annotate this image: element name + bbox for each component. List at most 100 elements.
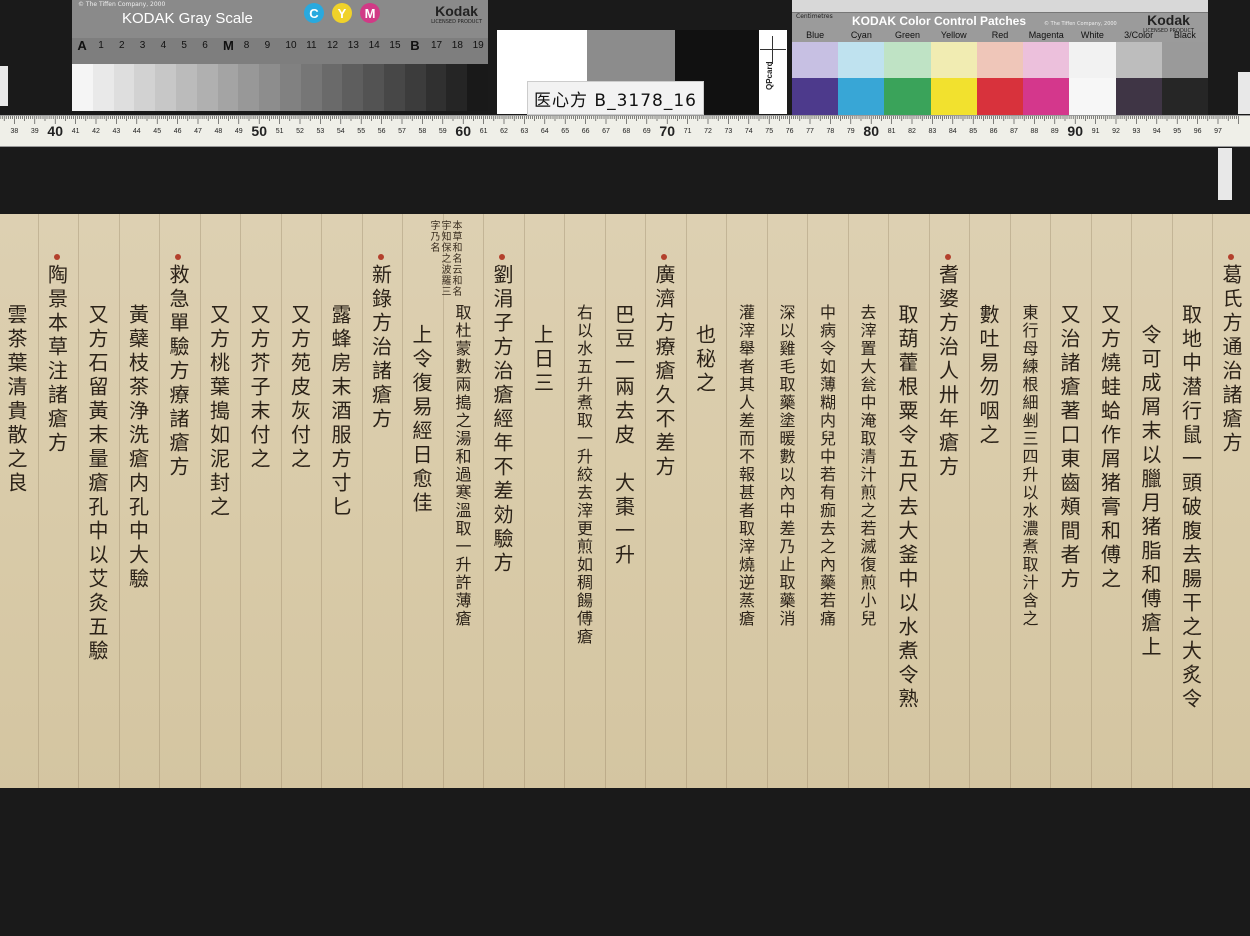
ruler-number: 95 <box>1173 128 1181 135</box>
ruler-number: 96 <box>1194 128 1202 135</box>
ruler-number: 59 <box>439 128 447 135</box>
gray-step-patch <box>175 64 197 111</box>
ruler-number: 67 <box>602 128 610 135</box>
kodak-logo: Kodak LICENSED PRODUCT <box>431 3 482 25</box>
ruler-number: 90 <box>1067 123 1083 139</box>
red-mark <box>53 254 60 260</box>
gray-scale-title: KODAK Gray Scale <box>122 10 253 27</box>
red-mark <box>377 254 384 260</box>
manuscript-column: 又方石留黃末量瘡孔中以艾灸五驗 <box>85 304 109 664</box>
column-rule <box>766 214 768 788</box>
manuscript-column: 令可成屑末以臘月猪脂和傅瘡上 <box>1138 324 1162 660</box>
ruler-number: 50 <box>251 123 267 139</box>
ruler-number: 63 <box>521 128 529 135</box>
kodak-color-patches: Centimetres KODAK Color Control Patches … <box>792 0 1208 116</box>
manuscript-column: 葛氏方通治諸瘡方 <box>1219 264 1243 456</box>
gray-step-patch <box>383 64 405 111</box>
manuscript-column: 劉涓子方治瘡經年不差効驗方 <box>490 264 514 576</box>
color-patch-name: Blue <box>806 30 825 40</box>
manuscript-column: 上日三 <box>530 324 555 396</box>
manuscript-column: 也秘之 <box>692 324 717 396</box>
column-rule <box>1090 214 1092 788</box>
ruler-number: 75 <box>765 128 773 135</box>
manuscript-scroll: 葛氏方通治諸瘡方 取地中潜行鼠一頭破腹去腸干之大炙令 令可成屑末以臘月猪脂和傅瘡上 又… <box>0 214 1250 788</box>
color-patches-copyright: © The Tiffen Company, 2000 <box>1044 21 1117 27</box>
ruler-number: 53 <box>317 128 325 135</box>
manuscript-column: 取葫藿根粟令五尺去大釜中以水煮令熟 <box>895 304 919 712</box>
gray-step-patch <box>238 64 260 111</box>
red-mark <box>661 254 667 260</box>
column-rule <box>240 214 241 788</box>
color-patch <box>792 42 839 78</box>
color-patch <box>1069 42 1116 78</box>
color-patch <box>930 42 977 78</box>
gray-step-patch <box>300 64 322 111</box>
manuscript-column: 巴豆一兩去皮 大棗一升 <box>611 304 636 568</box>
gray-step-patch <box>155 64 176 111</box>
manuscript-column: 灌滓舉者其人差而不報甚者取滓燒逆蒸瘡 <box>736 304 755 628</box>
gray-step-patch <box>446 64 468 111</box>
gray-step-label: A <box>77 38 87 53</box>
red-mark <box>1228 254 1234 260</box>
ruler-number: 56 <box>378 128 386 135</box>
cym-dots: C Y M <box>304 3 380 23</box>
column-rule <box>402 214 403 788</box>
ruler-number: 72 <box>704 128 712 135</box>
gray-step-label: M <box>223 38 234 53</box>
manuscript-column: 廣濟方療瘡久不差方 <box>652 264 676 480</box>
column-rule <box>969 214 970 788</box>
gray-step-label: B <box>410 38 420 53</box>
column-rule <box>1171 214 1173 788</box>
ruler-number: 64 <box>541 128 549 135</box>
centimetres-label: Centimetres <box>796 13 833 20</box>
column-rule <box>928 214 930 788</box>
column-rule <box>523 214 525 788</box>
ruler-number: 61 <box>480 128 488 135</box>
red-mark <box>944 254 951 260</box>
ruler-number: 81 <box>888 128 896 135</box>
gray-step-label: 12 <box>327 40 339 51</box>
gray-step-label: 14 <box>368 40 380 51</box>
gray-step-patch <box>363 64 384 111</box>
yellow-dot: Y <box>332 3 352 23</box>
gray-step-label: 2 <box>119 40 125 51</box>
column-rule <box>1212 214 1213 788</box>
ruler-number: 84 <box>949 128 957 135</box>
manuscript-column: 又治諸瘡著口東齒頰間者方 <box>1057 304 1081 592</box>
column-rule <box>483 214 484 788</box>
column-rule <box>442 214 444 788</box>
edge-tab-left <box>0 66 8 106</box>
color-patch <box>884 42 931 78</box>
color-patch-names: Blue Cyan Green Yellow Red Magenta White 3/Colo… <box>792 30 1208 40</box>
ruler-number: 93 <box>1133 128 1141 135</box>
gray-step-patch <box>342 64 364 111</box>
edge-tab-right <box>1238 72 1250 114</box>
gray-step-patch <box>72 64 93 111</box>
manuscript-column: 露蜂房末酒服方寸匕 <box>328 304 352 520</box>
gray-step-label: 1 <box>98 40 104 51</box>
gray-step-label: 15 <box>389 40 401 51</box>
ruler-number: 76 <box>786 128 794 135</box>
ruler-number: 47 <box>194 128 202 135</box>
color-patch-name: Green <box>895 30 921 40</box>
side-annotation: 本草和名云和名宇知保之波羅三字乃名 <box>428 220 461 297</box>
ruler-number: 43 <box>113 128 121 135</box>
manuscript-column: 雲茶葉清貴散之良 <box>4 304 28 496</box>
gray-step-label: 18 <box>451 40 463 51</box>
manuscript-column: 救急單驗方療諸瘡方 <box>166 264 190 480</box>
gray-step-patch <box>217 64 239 111</box>
gray-step-patch <box>259 64 280 111</box>
manuscript-column: 取地中潜行鼠一頭破腹去腸干之大炙令 <box>1178 304 1203 712</box>
column-rule <box>685 214 687 788</box>
ruler-number: 51 <box>276 128 284 135</box>
color-patch <box>1115 78 1162 116</box>
color-patch <box>838 78 885 116</box>
color-patches-title: KODAK Color Control Patches <box>852 14 1027 28</box>
manuscript-column: 上令復易經日愈佳 <box>409 324 433 516</box>
gray-step-label: 4 <box>160 40 167 51</box>
red-mark <box>499 254 505 260</box>
color-patch <box>976 42 1024 78</box>
gray-step-patch <box>279 64 301 111</box>
column-rule <box>604 214 606 788</box>
column-rule <box>847 214 849 788</box>
